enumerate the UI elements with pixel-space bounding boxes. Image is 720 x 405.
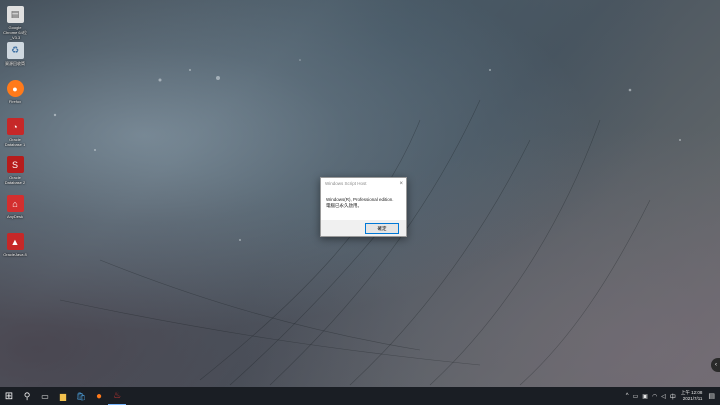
- oracle-icon: S: [6, 156, 24, 173]
- desktop[interactable]: ▤ Google Chrome 64位_V3.3 ♻ 資源回收筒 ● Firef…: [0, 0, 720, 387]
- search-icon: ⚲: [23, 390, 31, 401]
- task-view-button[interactable]: ▭: [36, 387, 54, 405]
- dialog-title: Windows Script Host: [325, 181, 367, 186]
- desktop-icon-label: 資源回收筒: [5, 61, 25, 66]
- chevron-up-icon[interactable]: ^: [624, 393, 631, 399]
- desktop-icon-oracle-2[interactable]: S Oracle Database 2: [2, 156, 28, 185]
- task-view-icon: ▭: [41, 391, 49, 401]
- taskbar-app-firefox[interactable]: ●: [90, 387, 108, 405]
- java-icon: ▲: [6, 233, 24, 250]
- chevron-left-icon: ‹: [715, 362, 717, 368]
- start-button[interactable]: ⊞: [0, 387, 18, 405]
- dialog-titlebar[interactable]: Windows Script Host ×: [321, 178, 406, 189]
- wifi-icon[interactable]: ◠: [650, 393, 659, 400]
- desktop-icon-label: Firefox: [8, 99, 22, 104]
- desktop-icon-oracle-1[interactable]: ◔ Oracle Database 1: [2, 118, 28, 147]
- network-icon[interactable]: ▭: [631, 393, 641, 400]
- taskbar-app-java[interactable]: ♨: [108, 387, 126, 405]
- desktop-icon-label: Google Chrome 64位_V3.3: [3, 25, 27, 40]
- java-icon: ♨: [112, 390, 122, 400]
- desktop-icon-label: AnyDesk: [6, 214, 23, 219]
- firefox-icon: ●: [95, 390, 103, 402]
- home-icon: ⌂: [6, 195, 24, 212]
- taskbar: ⊞ ⚲ ▭ ▆ 🛍 ● ♨ ^ ▭ ▣ ◠ ◁ 中 上午 12:08 2021/…: [0, 387, 720, 405]
- desktop-icon-1[interactable]: ▤ Google Chrome 64位_V3.3: [2, 6, 28, 40]
- dialog-message-line-2: 電腦已永久啟用。: [326, 203, 362, 208]
- clock-date: 2021/7/11: [682, 396, 703, 401]
- side-panel-handle[interactable]: ‹: [711, 358, 720, 372]
- firefox-icon: ●: [6, 80, 24, 97]
- monitor-icon[interactable]: ▣: [640, 393, 650, 400]
- script-host-dialog: Windows Script Host × Windows(R), Profes…: [320, 177, 407, 237]
- search-button[interactable]: ⚲: [18, 387, 36, 405]
- dialog-footer: 確定: [321, 220, 406, 236]
- taskbar-app-store[interactable]: 🛍: [72, 387, 90, 405]
- system-tray: ^ ▭ ▣ ◠ ◁ 中 上午 12:08 2021/7/11 ▤: [624, 387, 720, 405]
- desktop-icon-firefox[interactable]: ● Firefox: [2, 80, 28, 104]
- folder-icon: ▆: [59, 391, 67, 401]
- recycle-bin-icon: ♻: [6, 42, 24, 59]
- desktop-icon-java[interactable]: ▲ OracleJava 8: [2, 233, 28, 257]
- notification-icon[interactable]: ▤: [706, 392, 720, 400]
- document-icon: ▤: [6, 6, 24, 23]
- desktop-icon-anydesk[interactable]: ⌂ AnyDesk: [2, 195, 28, 219]
- windows-logo-icon: ⊞: [4, 390, 14, 402]
- ok-button[interactable]: 確定: [365, 223, 399, 234]
- taskbar-app-file-explorer[interactable]: ▆: [54, 387, 72, 405]
- desktop-icon-label: OracleJava 8: [3, 252, 27, 257]
- oracle-icon: ◔: [6, 118, 24, 135]
- dialog-message: Windows(R), Professional edition. 電腦已永久啟…: [321, 189, 406, 218]
- store-icon: 🛍: [75, 391, 87, 401]
- desktop-icon-label: Oracle Database 1: [4, 137, 26, 147]
- volume-icon[interactable]: ◁: [659, 393, 668, 400]
- close-icon[interactable]: ×: [399, 181, 403, 187]
- clock[interactable]: 上午 12:08 2021/7/11: [678, 390, 707, 402]
- desktop-icon-recycle-bin[interactable]: ♻ 資源回收筒: [2, 42, 28, 66]
- input-language-indicator[interactable]: 中: [668, 392, 678, 401]
- desktop-icon-label: Oracle Database 2: [4, 175, 26, 185]
